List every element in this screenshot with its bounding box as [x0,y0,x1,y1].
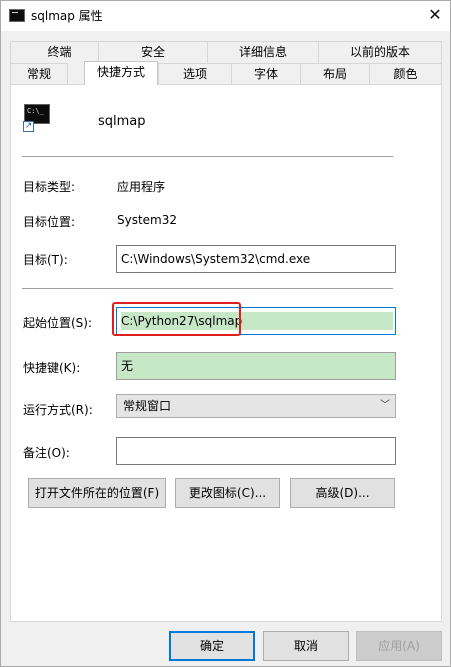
tab-previous-versions[interactable]: 以前的版本 [318,41,442,63]
tab-terminal[interactable]: 终端 [10,41,109,63]
chevron-down-icon: ﹀ [380,400,390,411]
shortcut-name[interactable]: sqlmap [98,114,146,129]
apply-button[interactable]: 应用(A) [356,631,442,661]
target-type-value: 应用程序 [117,180,166,194]
tab-security[interactable]: 安全 [98,41,208,63]
close-button[interactable]: ✕ [420,1,450,31]
tab-shortcut[interactable]: 快捷方式 [84,61,158,85]
cancel-button[interactable]: 取消 [263,631,349,661]
comment-input[interactable] [116,437,396,465]
run-select[interactable]: 常规窗口 ﹀ [116,394,396,418]
comment-label: 备注(O): [23,446,70,460]
tab-options[interactable]: 选项 [158,63,232,85]
target-type-label: 目标类型: [23,180,76,194]
divider [22,156,393,157]
cmd-app-icon [9,9,25,22]
tab-layout[interactable]: 布局 [300,63,370,85]
run-select-value: 常规窗口 [123,399,172,413]
run-label: 运行方式(R): [23,403,93,417]
target-label: 目标(T): [23,253,68,267]
start-in-label: 起始位置(S): [23,316,93,330]
hotkey-input[interactable]: 无 [116,352,396,380]
title-bar: sqlmap 属性 ✕ [1,1,450,31]
change-icon-button[interactable]: 更改图标(C)... [175,478,280,508]
cmd-shortcut-icon: C:\_ ↗ [23,104,51,132]
tab-details[interactable]: 详细信息 [207,41,319,63]
advanced-button[interactable]: 高级(D)... [290,478,395,508]
tab-general[interactable]: 常规 [10,63,68,85]
target-input[interactable]: C:\Windows\System32\cmd.exe [116,245,396,273]
start-in-value: C:\Python27\sqlmap [121,312,393,330]
target-location-label: 目标位置: [23,215,76,229]
window-title: sqlmap 属性 [31,9,103,23]
divider [22,288,393,289]
open-file-location-button[interactable]: 打开文件所在的位置(F) [28,478,166,508]
start-in-input[interactable]: C:\Python27\sqlmap [116,307,396,335]
properties-dialog: sqlmap 属性 ✕ 终端 安全 详细信息 以前的版本 常规 快捷方式 选项 … [0,0,451,667]
ok-button[interactable]: 确定 [169,631,255,661]
hotkey-label: 快捷键(K): [23,361,81,375]
tab-colors[interactable]: 颜色 [369,63,442,85]
tab-font[interactable]: 字体 [231,63,301,85]
target-location-value: System32 [117,213,178,227]
